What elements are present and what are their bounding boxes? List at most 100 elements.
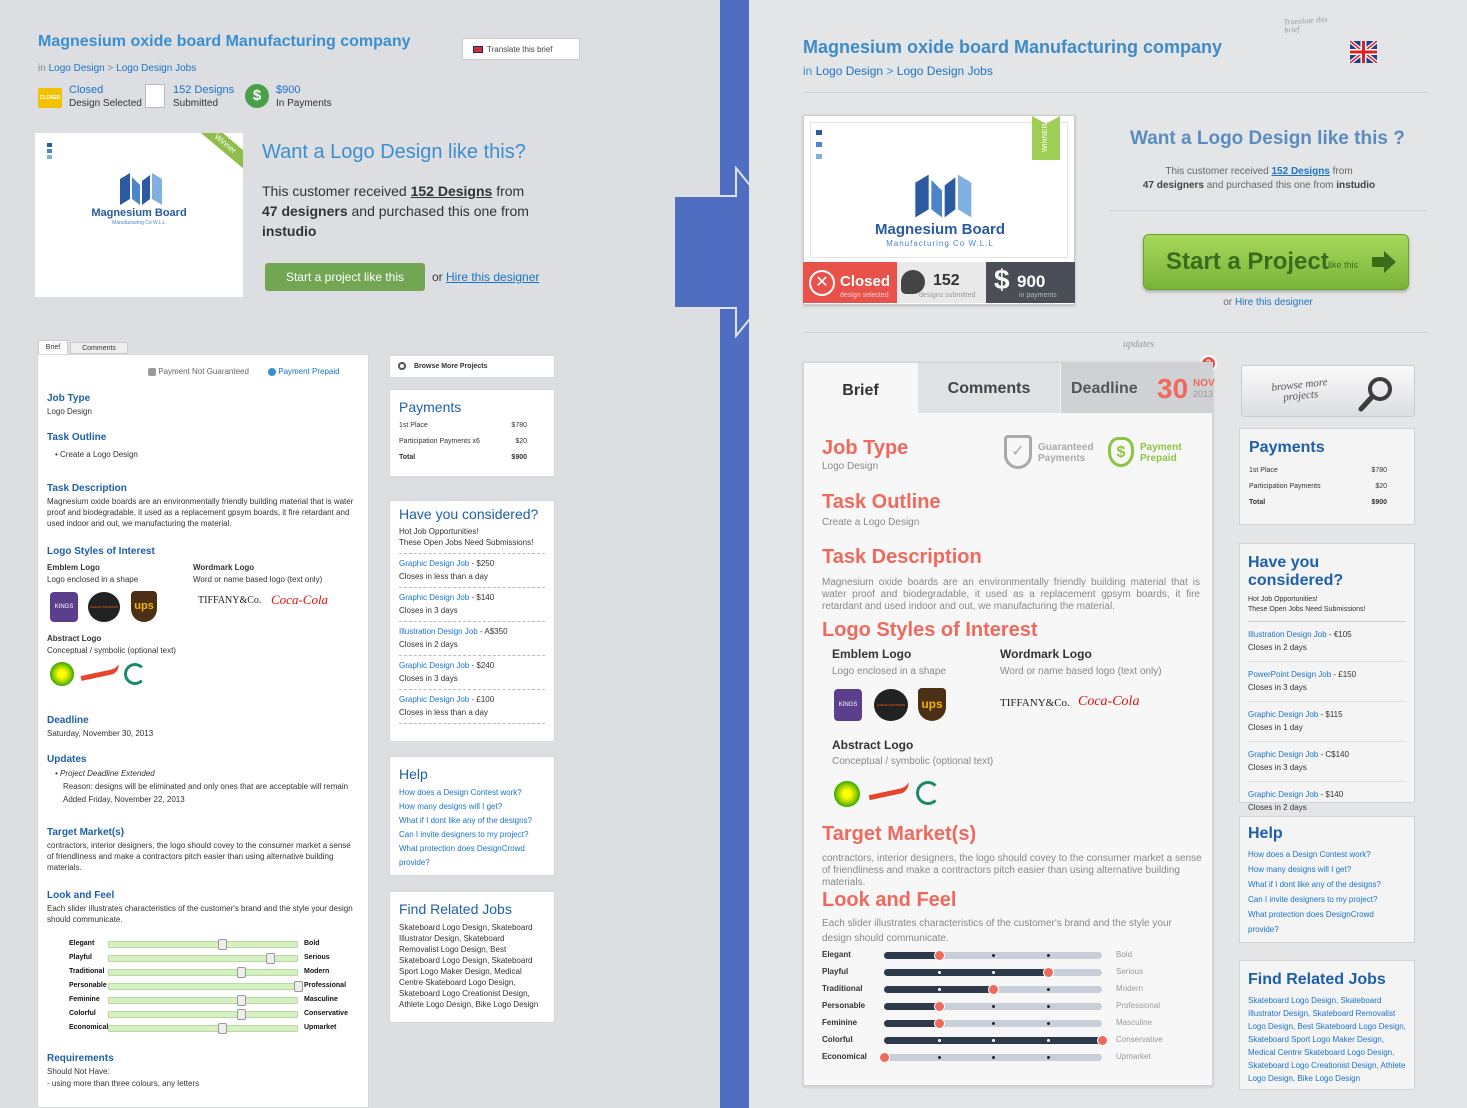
help-link[interactable]: What protection does DesignCrowd provide… [399, 842, 545, 870]
job-list: Graphic Design Job - $250 Closes in less … [399, 554, 545, 724]
wordmark-text: Word or name based logo (text only) [193, 575, 323, 584]
slider-track[interactable] [108, 1011, 298, 1018]
slider-right-label: Masculine [304, 996, 338, 1003]
related-jobs-heading: Find Related Jobs [399, 901, 512, 917]
slider-tick [1046, 1005, 1050, 1008]
slider-thumb[interactable] [933, 1001, 945, 1012]
job-closes: Closes in 1 day [1248, 723, 1303, 732]
slider-thumb[interactable] [933, 1018, 945, 1029]
breadcrumb-logo-design-jobs[interactable]: Logo Design Jobs [897, 64, 993, 78]
job-link[interactable]: Graphic Design Job [399, 661, 469, 670]
job-item: Graphic Design Job - $140 Closes in 3 day… [399, 588, 545, 622]
breadcrumb-logo-design-jobs[interactable]: Logo Design Jobs [116, 63, 196, 74]
payment-row: Participation Payments $20 [1249, 479, 1405, 495]
magnesium-logo-mark [915, 174, 972, 218]
related-jobs-links[interactable]: Skateboard Logo Design, Skateboard Illus… [1248, 994, 1406, 1085]
slider-thumb[interactable] [294, 981, 303, 992]
start-project-button[interactable]: Start a project like this [265, 263, 425, 291]
payment-amount: $900 [511, 454, 527, 461]
look-feel-sliders: Elegant Bold Playful Serious Traditional Mode… [804, 950, 1212, 1070]
job-type-heading: Job Type [47, 393, 91, 404]
slider-track[interactable] [108, 997, 298, 1004]
arrow-right-icon [1372, 251, 1396, 273]
help-link[interactable]: Can I invite designers to my project? [399, 828, 545, 842]
slider-thumb[interactable] [237, 1009, 246, 1020]
hire-designer-link[interactable]: Hire this designer [1235, 297, 1313, 308]
help-link[interactable]: Can I invite designers to my project? [1248, 892, 1406, 907]
slider-track[interactable] [108, 983, 298, 990]
slider-thumb[interactable] [988, 984, 999, 995]
breadcrumb-logo-design[interactable]: Logo Design [816, 64, 883, 78]
stat-designs: 152 Designs Submitted [173, 84, 235, 109]
job-line: Illustration Design Job - €105 [1248, 630, 1406, 640]
slider-track[interactable] [108, 941, 298, 948]
job-link[interactable]: Illustration Design Job [1248, 630, 1327, 639]
slider-thumb[interactable] [218, 939, 227, 950]
job-line: Graphic Design Job - $140 [1248, 790, 1406, 800]
palette-icon [901, 270, 925, 294]
hire-designer-link[interactable]: Hire this designer [446, 270, 539, 284]
slider-track[interactable] [108, 969, 298, 976]
payments-panel: Payments 1st Place $780 Participation Paym… [1239, 428, 1415, 525]
target-market-heading: Target Market(s) [47, 827, 125, 838]
job-link[interactable]: Graphic Design Job [399, 593, 469, 602]
help-link[interactable]: What protection does DesignCrowd provide… [1248, 907, 1406, 937]
help-link[interactable]: How many designs will I get? [1248, 862, 1406, 877]
help-link[interactable]: What if I dont like any of the designs? [1248, 877, 1406, 892]
slider-left-label: Elegant [822, 950, 851, 959]
payment-amount: $900 [1371, 499, 1387, 506]
tab-brief[interactable]: Brief [804, 363, 917, 413]
slider-thumb[interactable] [218, 1023, 227, 1034]
slider-thumb[interactable] [879, 1052, 890, 1063]
slider-thumb[interactable] [933, 950, 945, 961]
slider-tick [992, 1056, 995, 1059]
help-link[interactable]: How many designs will I get? [399, 800, 545, 814]
payment-row: 1st Place $780 [399, 418, 545, 434]
slider-fill [884, 952, 939, 959]
slider-thumb[interactable] [237, 967, 246, 978]
designs-count-link[interactable]: 152 Designs [411, 183, 493, 199]
slider-tick [992, 1005, 995, 1008]
slider-thumb[interactable] [237, 995, 246, 1006]
job-link[interactable]: Graphic Design Job [399, 559, 469, 568]
job-type-value: Logo Design [822, 461, 879, 472]
job-type-heading: Job Type [822, 437, 909, 459]
start-project-button[interactable]: Start a Project like this [1143, 234, 1409, 290]
slider-tick [937, 971, 941, 974]
breadcrumb-logo-design[interactable]: Logo Design [49, 63, 105, 74]
slider-track[interactable] [108, 1025, 298, 1032]
target-market-heading: Target Market(s) [822, 823, 977, 845]
logo-subtitle: Manufacturing Co W.L.L [886, 239, 994, 248]
designs-count-link[interactable]: 152 Designs [1272, 166, 1330, 177]
tab-brief[interactable]: Brief [38, 340, 68, 354]
browse-projects-button[interactable]: browse more projects [1241, 365, 1415, 417]
job-closes: Closes in less than a day [399, 708, 488, 717]
browse-projects-button[interactable]: Browse More Projects [389, 355, 555, 378]
title-rule [803, 92, 1429, 93]
logo-name: Magnesium Board [874, 221, 1006, 238]
slider-thumb[interactable] [1097, 1035, 1108, 1046]
uk-flag-icon[interactable] [1350, 41, 1377, 63]
task-outline-value: • Create a Logo Design [55, 450, 138, 459]
payment-label: 1st Place [1249, 467, 1278, 474]
tab-comments[interactable]: Comments [70, 342, 128, 354]
translate-button[interactable]: Translate this brief [462, 38, 580, 60]
job-link[interactable]: Graphic Design Job [1248, 790, 1318, 799]
job-link[interactable]: Graphic Design Job [1248, 750, 1318, 759]
slider-thumb[interactable] [265, 953, 275, 964]
job-link[interactable]: PowerPoint Design Job [1248, 670, 1331, 679]
help-link[interactable]: How does a Design Contest work? [1248, 847, 1406, 862]
winning-design-thumbnail[interactable]: Winner Magnesium Board Manufacturing Co … [35, 133, 243, 297]
dollar-icon: $ [994, 264, 1010, 295]
job-link[interactable]: Graphic Design Job [399, 695, 469, 704]
tab-deadline[interactable]: Deadline 30 NOV 2013 [1061, 363, 1215, 413]
related-jobs-links[interactable]: Skateboard Logo Design, Skateboard Illus… [399, 922, 545, 1010]
slider-left-label: Playful [822, 967, 849, 976]
tab-comments[interactable]: Comments [918, 363, 1060, 413]
help-link[interactable]: How does a Design Contest work? [399, 786, 545, 800]
slider-tick [992, 1039, 995, 1042]
job-link[interactable]: Graphic Design Job [1248, 710, 1318, 719]
job-link[interactable]: Illustration Design Job [399, 627, 478, 636]
slider-thumb[interactable] [1042, 967, 1054, 978]
help-link[interactable]: What if I dont like any of the designs? [399, 814, 545, 828]
